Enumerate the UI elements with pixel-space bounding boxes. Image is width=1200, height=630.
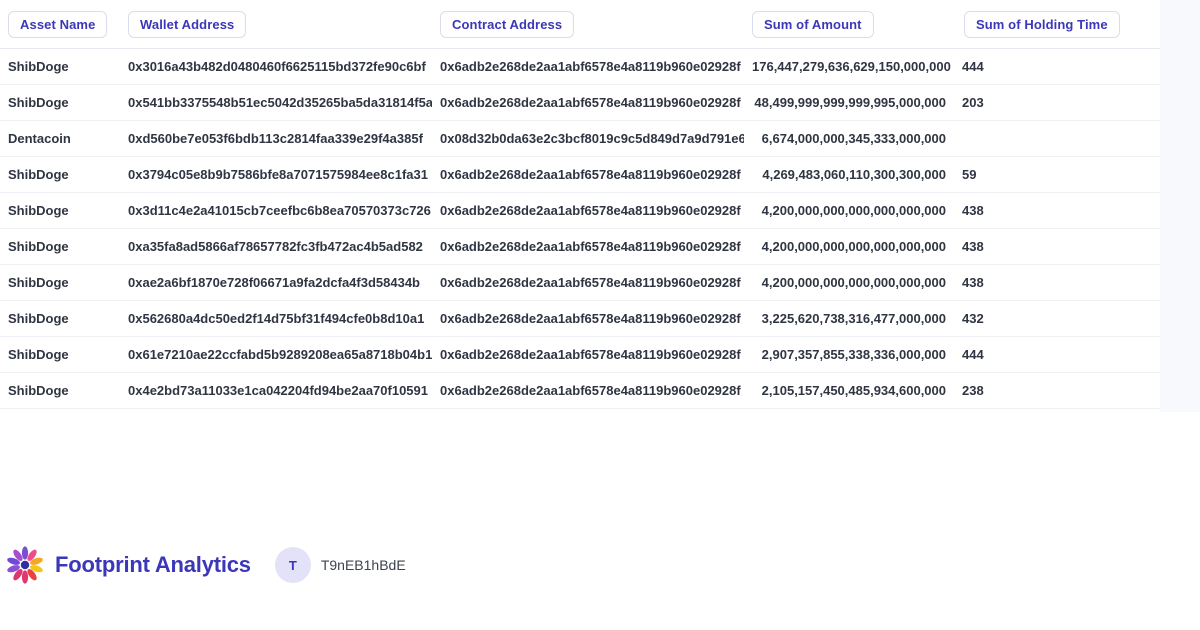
table-cell-asset-name: ShibDoge [0,229,120,265]
table-cell-wallet: 0x541bb3375548b51ec5042d35265ba5da31814f… [120,85,432,121]
table-cell-asset-name: ShibDoge [0,373,120,409]
table-cell-spacer [1120,121,1160,157]
table-cell-wallet: 0xd560be7e053f6bdb113c2814faa339e29f4a38… [120,121,432,157]
table-row[interactable]: ShibDoge0x3d11c4e2a41015cb7ceefbc6b8ea70… [0,193,1160,229]
table-cell-wallet: 0x3d11c4e2a41015cb7ceefbc6b8ea70570373c7… [120,193,432,229]
table-row[interactable]: ShibDoge0x4e2bd73a11033e1ca042204fd94be2… [0,373,1160,409]
column-header-button-contract-address[interactable]: Contract Address [440,11,574,38]
table-cell-wallet: 0x61e7210ae22ccfabd5b9289208ea65a8718b04… [120,337,432,373]
table-cell-holding-time: 432 [956,301,1120,337]
table-row[interactable]: ShibDoge0x3794c05e8b9b7586bfe8a707157598… [0,157,1160,193]
table-cell-holding-time: 238 [956,373,1120,409]
table-header: Asset Name Wallet Address Contract Addre… [0,0,1160,49]
column-header-button-asset-name[interactable]: Asset Name [8,11,107,38]
table-cell-amount: 4,200,000,000,000,000,000,000 [744,229,956,265]
table-cell-amount: 3,225,620,738,316,477,000,000 [744,301,956,337]
table-header-row: Asset Name Wallet Address Contract Addre… [0,0,1160,49]
avatar: T [275,547,311,583]
table-cell-contract: 0x6adb2e268de2aa1abf6578e4a8119b960e0292… [432,49,744,85]
table-cell-wallet: 0x562680a4dc50ed2f14d75bf31f494cfe0b8d10… [120,301,432,337]
table-cell-amount: 6,674,000,000,345,333,000,000 [744,121,956,157]
table-cell-amount: 176,447,279,636,629,150,000,000 [744,49,956,85]
table-cell-holding-time: 438 [956,193,1120,229]
column-header-contract-address: Contract Address [432,0,744,49]
table-cell-asset-name: ShibDoge [0,265,120,301]
table-cell-wallet: 0xa35fa8ad5866af78657782fc3fb472ac4b5ad5… [120,229,432,265]
table-cell-holding-time: 438 [956,265,1120,301]
column-header-wallet-address: Wallet Address [120,0,432,49]
page-root: Asset Name Wallet Address Contract Addre… [0,0,1200,630]
column-header-sum-of-holding-time: Sum of Holding Time [956,0,1120,49]
table-cell-asset-name: ShibDoge [0,49,120,85]
table-cell-contract: 0x6adb2e268de2aa1abf6578e4a8119b960e0292… [432,373,744,409]
table-body: ShibDoge0x3016a43b482d0480460f6625115bd3… [0,49,1160,409]
table-cell-contract: 0x6adb2e268de2aa1abf6578e4a8119b960e0292… [432,157,744,193]
table-cell-spacer [1120,157,1160,193]
table-cell-asset-name: ShibDoge [0,85,120,121]
table-cell-wallet: 0x3016a43b482d0480460f6625115bd372fe90c6… [120,49,432,85]
table-cell-amount: 48,499,999,999,999,995,000,000 [744,85,956,121]
column-header-spacer [1120,0,1160,49]
table-row[interactable]: ShibDoge0x562680a4dc50ed2f14d75bf31f494c… [0,301,1160,337]
table-cell-contract: 0x6adb2e268de2aa1abf6578e4a8119b960e0292… [432,193,744,229]
table-cell-holding-time: 444 [956,337,1120,373]
table-cell-spacer [1120,265,1160,301]
table-cell-contract: 0x08d32b0da63e2c3bcf8019c9c5d849d7a9d791… [432,121,744,157]
table-cell-wallet: 0x4e2bd73a11033e1ca042204fd94be2aa70f105… [120,373,432,409]
table-row[interactable]: ShibDoge0x61e7210ae22ccfabd5b9289208ea65… [0,337,1160,373]
footer: Footprint Analytics T T9nEB1hBdE [0,540,1200,590]
table-cell-contract: 0x6adb2e268de2aa1abf6578e4a8119b960e0292… [432,265,744,301]
table-cell-asset-name: ShibDoge [0,157,120,193]
column-header-button-wallet-address[interactable]: Wallet Address [128,11,246,38]
table-cell-asset-name: Dentacoin [0,121,120,157]
column-header-sum-of-amount: Sum of Amount [744,0,956,49]
data-table-panel: Asset Name Wallet Address Contract Addre… [0,0,1160,409]
table-cell-holding-time: 59 [956,157,1120,193]
table-cell-asset-name: ShibDoge [0,193,120,229]
table-row[interactable]: ShibDoge0x541bb3375548b51ec5042d35265ba5… [0,85,1160,121]
table-cell-spacer [1120,337,1160,373]
right-gutter [1160,0,1200,412]
table-cell-wallet: 0x3794c05e8b9b7586bfe8a7071575984ee8c1fa… [120,157,432,193]
table-cell-wallet: 0xae2a6bf1870e728f06671a9fa2dcfa4f3d5843… [120,265,432,301]
table-cell-amount: 2,105,157,450,485,934,600,000 [744,373,956,409]
column-header-button-sum-of-amount[interactable]: Sum of Amount [752,11,874,38]
table-cell-spacer [1120,49,1160,85]
table-row[interactable]: Dentacoin0xd560be7e053f6bdb113c2814faa33… [0,121,1160,157]
table-cell-contract: 0x6adb2e268de2aa1abf6578e4a8119b960e0292… [432,337,744,373]
table-cell-holding-time: 438 [956,229,1120,265]
table-cell-contract: 0x6adb2e268de2aa1abf6578e4a8119b960e0292… [432,229,744,265]
table-cell-contract: 0x6adb2e268de2aa1abf6578e4a8119b960e0292… [432,301,744,337]
column-header-asset-name: Asset Name [0,0,120,49]
table-cell-spacer [1120,85,1160,121]
footprint-pinwheel-logo-icon [4,544,46,586]
table-row[interactable]: ShibDoge0xae2a6bf1870e728f06671a9fa2dcfa… [0,265,1160,301]
user-name: T9nEB1hBdE [321,557,406,573]
table-cell-amount: 4,269,483,060,110,300,300,000 [744,157,956,193]
column-header-button-sum-of-holding-time[interactable]: Sum of Holding Time [964,11,1120,38]
table-cell-spacer [1120,229,1160,265]
table-cell-spacer [1120,193,1160,229]
table-cell-spacer [1120,301,1160,337]
table-cell-holding-time: 203 [956,85,1120,121]
table-cell-amount: 4,200,000,000,000,000,000,000 [744,193,956,229]
table-cell-holding-time: 444 [956,49,1120,85]
brand-name: Footprint Analytics [55,552,251,578]
table-cell-amount: 4,200,000,000,000,000,000,000 [744,265,956,301]
holdings-table: Asset Name Wallet Address Contract Addre… [0,0,1160,409]
table-cell-asset-name: ShibDoge [0,337,120,373]
table-cell-holding-time [956,121,1120,157]
user-chip[interactable]: T T9nEB1hBdE [275,547,406,583]
table-cell-spacer [1120,373,1160,409]
table-row[interactable]: ShibDoge0x3016a43b482d0480460f6625115bd3… [0,49,1160,85]
table-cell-contract: 0x6adb2e268de2aa1abf6578e4a8119b960e0292… [432,85,744,121]
brand: Footprint Analytics [4,544,251,586]
table-cell-amount: 2,907,357,855,338,336,000,000 [744,337,956,373]
table-cell-asset-name: ShibDoge [0,301,120,337]
table-row[interactable]: ShibDoge0xa35fa8ad5866af78657782fc3fb472… [0,229,1160,265]
